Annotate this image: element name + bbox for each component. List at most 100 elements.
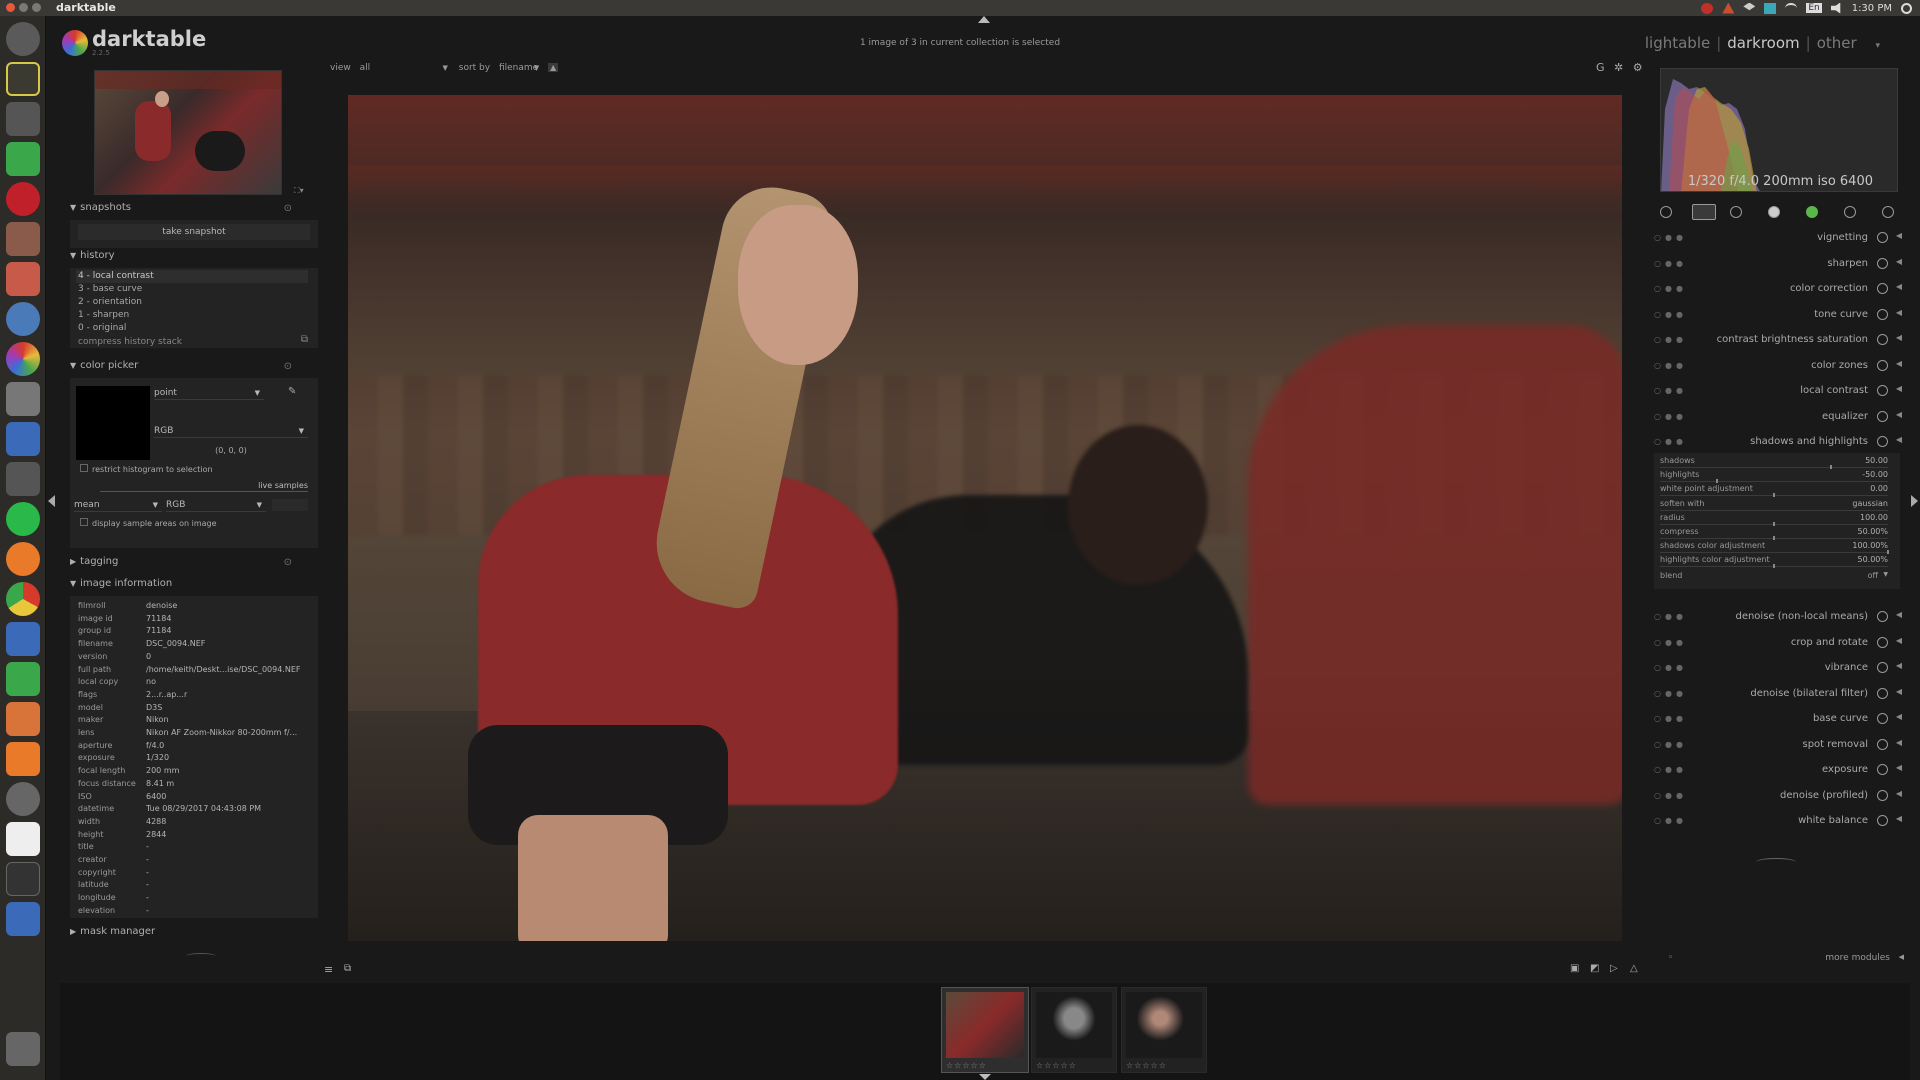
keyboard-layout[interactable]: En [1806,3,1822,13]
crop-icon[interactable] [1877,636,1888,648]
module-expand-icon[interactable]: ◀ [1896,661,1902,670]
curve-icon[interactable] [1877,308,1888,320]
module-crop-and-rotate[interactable]: ○●● crop and rotate ◀ [1654,633,1904,653]
calendar-icon[interactable] [6,262,40,296]
left-panel-collapse-icon[interactable] [48,495,55,507]
module-toggle-icons[interactable]: ○●● [1654,412,1687,421]
module-toggle-icons[interactable]: ○●● [1654,740,1687,749]
module-expand-icon[interactable]: ◀ [1896,282,1902,291]
presets-menu-icon[interactable]: ≡ [324,963,333,976]
softproof-icon[interactable]: ▷ [1610,963,1618,974]
history-item[interactable]: 3 - base curve [76,283,308,296]
clock[interactable]: 1:30 PM [1852,3,1892,14]
software-center-icon[interactable] [6,742,40,776]
mask-manager-header[interactable]: ▶ mask manager [70,926,318,944]
module-vibrance[interactable]: ○●● vibrance ◀ [1654,658,1904,678]
compress-history-button[interactable]: compress history stack [76,336,308,349]
color-group-icon[interactable] [1806,206,1818,218]
view-lighttable[interactable]: lightable [1645,34,1710,52]
module-expand-icon[interactable]: ◀ [1896,435,1902,444]
module-expand-icon[interactable]: ◀ [1896,687,1902,696]
terminal-icon[interactable] [6,862,40,896]
slider-shadows-color-adjustment[interactable]: shadows color adjustment 100.00% [1660,540,1889,555]
sort-direction-icon[interactable]: ▲ [548,63,559,72]
module-toggle-icons[interactable]: ○●● [1654,689,1687,698]
local-contrast-icon[interactable] [1877,385,1888,396]
slider-compress[interactable]: compress 50.00% [1660,526,1888,540]
thumb-volleyball[interactable]: ☆☆☆☆☆ [941,987,1029,1073]
color-zones-icon[interactable] [1877,359,1888,371]
module-toggle-icons[interactable]: ○●● [1654,233,1687,242]
views-dropdown-icon[interactable]: ▾ [1875,41,1880,51]
slider-radius[interactable]: radius 100.00 [1660,512,1888,526]
filmstrip-collapse-icon[interactable] [979,1074,991,1080]
equalizer-icon[interactable] [1877,410,1888,422]
module-spot-removal[interactable]: ○●● spot removal ◀ [1654,735,1904,755]
effect-group-icon[interactable] [1882,206,1894,218]
module-equalizer[interactable]: ○●● equalizer ◀ [1654,407,1904,427]
module-contrast-brightness-saturation[interactable]: ○●● contrast brightness saturation ◀ [1654,330,1904,350]
blend-row[interactable]: blend off ▼ [1660,571,1888,580]
amazon-icon[interactable] [6,822,40,856]
module-expand-icon[interactable]: ◀ [1896,738,1902,747]
module-toggle-icons[interactable]: ○●● [1654,335,1687,344]
history-item[interactable]: 1 - sharpen [76,309,308,322]
tagging-header[interactable]: ▶ tagging ⊙ [70,556,318,574]
camera2-icon[interactable] [6,382,40,416]
color-picker-header[interactable]: ▼ color picker ⊙ [70,360,318,378]
slider-highlights[interactable]: highlights -50.00 [1660,469,1888,484]
module-toggle-icons[interactable]: ○●● [1654,284,1687,293]
grouping-icon[interactable]: G [1596,61,1605,74]
slider-highlights-color-adjustment[interactable]: highlights color adjustment 50.00% [1660,554,1888,569]
vpn-icon[interactable] [1764,2,1777,14]
slider-soften-with[interactable]: soften with gaussian [1660,498,1888,512]
module-expand-icon[interactable]: ◀ [1896,257,1902,266]
history-item[interactable]: 0 - original [76,322,308,335]
denoise-icon[interactable] [1877,611,1888,622]
minimize-window-icon[interactable] [19,3,28,12]
module-toggle-icons[interactable]: ○●● [1654,259,1687,268]
history-header[interactable]: ▼ history [70,250,318,268]
record-icon[interactable] [1701,2,1714,14]
image-information-header[interactable]: ▼ image information [70,578,318,596]
module-expand-icon[interactable]: ◀ [1896,308,1902,317]
view-dropdown-icon[interactable]: ▼ [442,64,447,72]
monitor-icon[interactable] [6,62,40,96]
raw-overexposed-icon[interactable]: ◩ [1590,963,1599,974]
color-assessment-icon[interactable]: ▣ [1570,963,1579,974]
module-tone-curve[interactable]: ○●● tone curve ◀ [1654,305,1904,325]
module-toggle-icons[interactable]: ○●● [1654,361,1687,370]
gamut-check-icon[interactable]: △ [1630,963,1638,974]
maximize-window-icon[interactable] [32,3,41,12]
add-sample-button[interactable] [272,499,308,511]
module-expand-icon[interactable]: ◀ [1896,231,1902,240]
module-toggle-icons[interactable]: ○●● [1654,386,1687,395]
base-curve-icon[interactable] [1877,713,1888,724]
remote-desktop-icon[interactable] [6,222,40,256]
tone-group-icon[interactable] [1768,206,1780,218]
network-icon[interactable] [6,302,40,336]
module-toggle-icons[interactable]: ○●● [1654,663,1687,672]
right-panel-collapse-icon[interactable] [1911,495,1918,507]
workspace-icon[interactable] [6,902,40,936]
preferences-gear-icon[interactable]: ⚙ [1633,61,1643,74]
module-color-correction[interactable]: ○●● color correction ◀ [1654,279,1904,299]
sort-select[interactable]: filename [499,63,538,73]
styles-icon[interactable]: ⧉ [344,963,351,974]
module-expand-icon[interactable]: ◀ [1896,359,1902,368]
close-window-icon[interactable] [6,3,15,12]
module-toggle-icons[interactable]: ○●● [1654,714,1687,723]
slider-shadows[interactable]: shadows 50.00 [1660,455,1888,469]
vignette-icon[interactable] [1877,232,1888,243]
darktable-icon[interactable] [6,342,40,376]
color-picker-reset-icon[interactable]: ⊙ [284,361,292,372]
module-expand-icon[interactable]: ◀ [1896,333,1902,342]
display-samples-checkbox[interactable]: display sample areas on image [80,518,217,528]
camera-icon[interactable] [6,102,40,136]
module-expand-icon[interactable]: ◀ [1896,789,1902,798]
sample-space-select[interactable]: RGB ▼ [166,498,266,512]
remote-icon[interactable] [6,462,40,496]
eyedropper-icon[interactable]: ✎ [288,386,296,397]
color-correction-icon[interactable] [1877,283,1888,294]
history-item[interactable]: 4 - local contrast [76,270,308,283]
